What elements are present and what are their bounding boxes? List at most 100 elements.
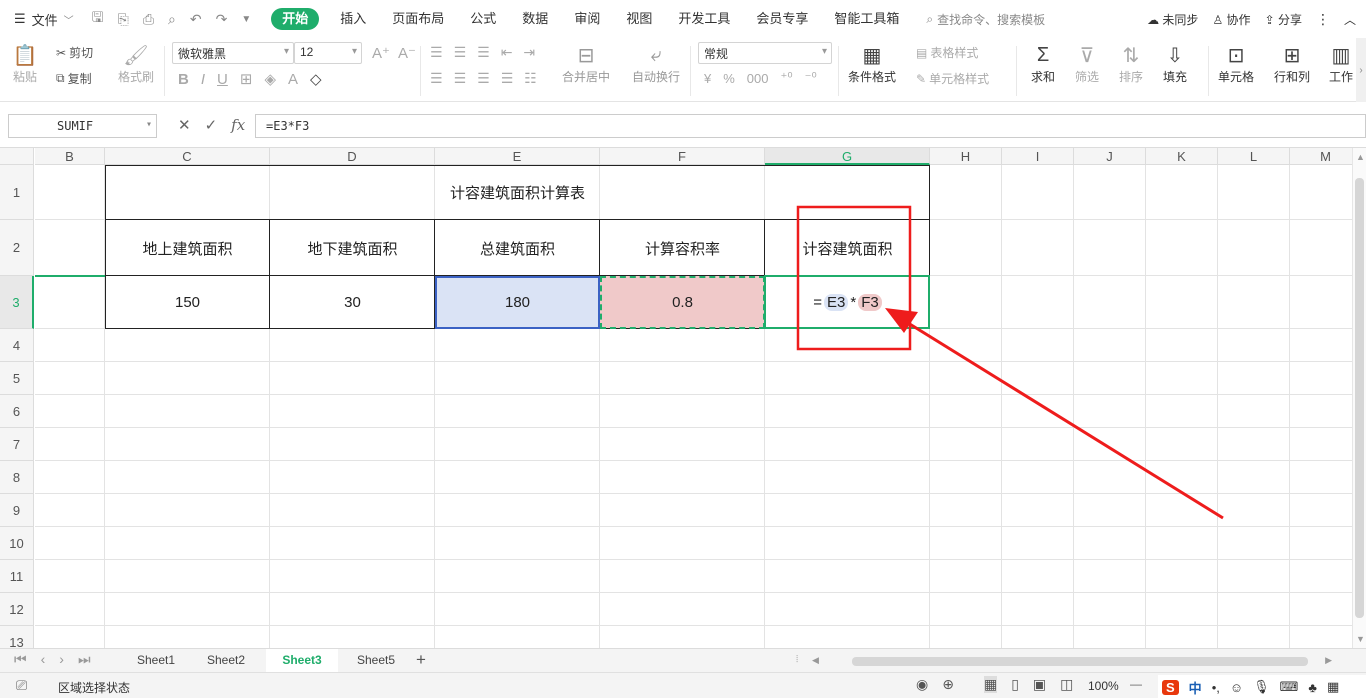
cut-button[interactable]: ✂ 剪切 — [56, 44, 93, 61]
zoom-out-icon[interactable]: — — [1130, 677, 1142, 691]
file-menu[interactable]: ☰ 文件 ﹀ — [0, 0, 82, 38]
header-cell-3[interactable]: 计算容积率 — [600, 220, 765, 276]
border-icon[interactable]: ⊞ — [240, 70, 253, 88]
increase-font-icon[interactable]: A⁺ — [372, 44, 390, 62]
cell-button[interactable]: ⊡ 单元格 — [1218, 42, 1254, 85]
percent-icon[interactable]: % — [723, 71, 735, 86]
eye-protection-icon[interactable]: ◉ — [916, 676, 928, 693]
table-title[interactable]: 计容建筑面积计算表 — [105, 165, 930, 220]
value-cell-0[interactable]: 150 — [105, 276, 270, 329]
row-header-10[interactable]: 10 — [0, 527, 34, 560]
paste-button[interactable]: 📋 粘贴 — [12, 42, 38, 85]
microphone-icon[interactable]: 🎙 — [1253, 679, 1270, 695]
underline-icon[interactable]: U — [217, 71, 228, 88]
print-icon[interactable]: ⎙ — [143, 11, 154, 28]
increase-decimal-icon[interactable]: ⁺⁰ — [781, 70, 793, 86]
page-layout-view-icon[interactable]: ▯ — [1011, 676, 1019, 693]
worksheet-button[interactable]: ▥ 工作 — [1328, 42, 1354, 85]
more-icon[interactable]: ▼ — [241, 14, 251, 25]
emoji-icon[interactable]: ☺ — [1230, 680, 1243, 695]
scroll-down-icon[interactable]: ▼ — [1356, 634, 1365, 644]
row-header-7[interactable]: 7 — [0, 428, 34, 461]
table-style-button[interactable]: ▤ 表格样式 — [916, 44, 978, 61]
redo-icon[interactable]: ↷ — [216, 11, 228, 28]
print-preview-icon[interactable]: ⌕ — [168, 11, 176, 28]
column-header-G[interactable]: G — [765, 148, 930, 165]
tab-4[interactable]: 数据 — [509, 0, 561, 38]
column-header-H[interactable]: H — [930, 148, 1002, 165]
horizontal-scrollbar[interactable]: ◀ ▶ — [812, 655, 1332, 667]
cancel-icon[interactable]: ✕ — [178, 116, 191, 134]
tab-2[interactable]: 页面布局 — [379, 0, 457, 38]
scroll-up-icon[interactable]: ▲ — [1356, 152, 1365, 162]
sync-status[interactable]: ☁ 未同步 — [1147, 11, 1198, 28]
collapse-ribbon-icon[interactable]: ︿ — [1344, 11, 1356, 28]
decrease-decimal-icon[interactable]: ⁻⁰ — [805, 70, 817, 86]
copy-button[interactable]: ⧉ 复制 — [56, 70, 92, 87]
tab-3[interactable]: 公式 — [457, 0, 509, 38]
column-header-C[interactable]: C — [105, 148, 270, 165]
row-header-8[interactable]: 8 — [0, 461, 34, 494]
confirm-icon[interactable]: ✓ — [205, 116, 218, 134]
column-header-F[interactable]: F — [600, 148, 765, 165]
formula-input[interactable]: =E3*F3 — [255, 114, 1366, 138]
ime-menu-icon[interactable]: ▦ — [1327, 679, 1339, 695]
filter-button[interactable]: ⊽ 筛选 — [1074, 42, 1100, 85]
sheet-tab-sheet2[interactable]: Sheet2 — [190, 649, 262, 673]
select-all-corner[interactable] — [0, 148, 34, 165]
thousands-icon[interactable]: 000 — [747, 71, 769, 86]
conditional-format-button[interactable]: ▦ 条件格式 — [848, 42, 896, 85]
sheet-tab-sheet3[interactable]: Sheet3 — [266, 649, 338, 673]
scroll-right-icon[interactable]: ▶ — [1325, 655, 1332, 666]
decrease-font-icon[interactable]: A⁻ — [398, 44, 416, 62]
indent-increase-icon[interactable]: ⇥ — [523, 44, 535, 61]
sum-button[interactable]: Σ 求和 — [1030, 42, 1056, 85]
italic-icon[interactable]: I — [201, 71, 205, 88]
font-size-select[interactable]: 12 ▾ — [294, 42, 362, 64]
column-header-L[interactable]: L — [1218, 148, 1290, 165]
bold-icon[interactable]: B — [178, 71, 189, 88]
undo-icon[interactable]: ↶ — [190, 11, 202, 28]
tab-5[interactable]: 审阅 — [561, 0, 613, 38]
vertical-scrollbar[interactable]: ▲ ▼ — [1352, 148, 1366, 648]
column-header-I[interactable]: I — [1002, 148, 1074, 165]
add-sheet-icon[interactable]: + — [416, 650, 426, 670]
column-header-K[interactable]: K — [1146, 148, 1218, 165]
display-mode-icon[interactable]: ⊕ — [942, 676, 954, 693]
macro-icon[interactable]: ⎚ — [16, 677, 27, 694]
share-button[interactable]: ⇪ 分享 — [1265, 11, 1302, 28]
align-left-icon[interactable]: ☰ — [430, 70, 443, 87]
scroll-left-icon[interactable]: ◀ — [812, 655, 819, 666]
column-header-B[interactable]: B — [35, 148, 105, 165]
align-top-icon[interactable]: ☰ — [430, 44, 443, 61]
fill-color-icon[interactable]: ◈ — [264, 70, 276, 88]
indent-decrease-icon[interactable]: ⇤ — [501, 44, 513, 61]
column-header-D[interactable]: D — [270, 148, 435, 165]
tab-7[interactable]: 开发工具 — [665, 0, 743, 38]
sheet-tab-sheet1[interactable]: Sheet1 — [120, 649, 192, 673]
header-cell-4[interactable]: 计容建筑面积 — [765, 220, 930, 276]
tab-6[interactable]: 视图 — [613, 0, 665, 38]
row-header-11[interactable]: 11 — [0, 560, 34, 593]
header-cell-1[interactable]: 地下建筑面积 — [270, 220, 435, 276]
tab-0[interactable]: 开始 — [271, 8, 320, 30]
export-icon[interactable]: ⎘ — [118, 11, 129, 28]
ime-mode-icon[interactable]: 中 — [1189, 678, 1202, 697]
next-sheet-icon[interactable]: › — [59, 651, 64, 668]
prev-sheet-icon[interactable]: ‹ — [41, 651, 46, 668]
distribute-icon[interactable]: ☷ — [524, 70, 537, 87]
column-header-E[interactable]: E — [435, 148, 600, 165]
column-header-M[interactable]: M — [1290, 148, 1352, 165]
row-col-button[interactable]: ⊞ 行和列 — [1274, 42, 1310, 85]
fx-icon[interactable]: fx — [231, 116, 245, 134]
command-search[interactable]: ⌕ 查找命令、搜索模板 — [926, 11, 1045, 28]
align-bottom-icon[interactable]: ☰ — [477, 44, 490, 61]
column-header-J[interactable]: J — [1074, 148, 1146, 165]
justify-icon[interactable]: ☰ — [501, 70, 514, 87]
ribbon-scroll-right-icon[interactable]: › — [1356, 38, 1366, 102]
row-header-12[interactable]: 12 — [0, 593, 34, 626]
row-header-4[interactable]: 4 — [0, 329, 34, 362]
row-header-1[interactable]: 1 — [0, 165, 34, 220]
align-right-icon[interactable]: ☰ — [477, 70, 490, 87]
number-format-select[interactable]: 常规 ▾ — [698, 42, 832, 64]
